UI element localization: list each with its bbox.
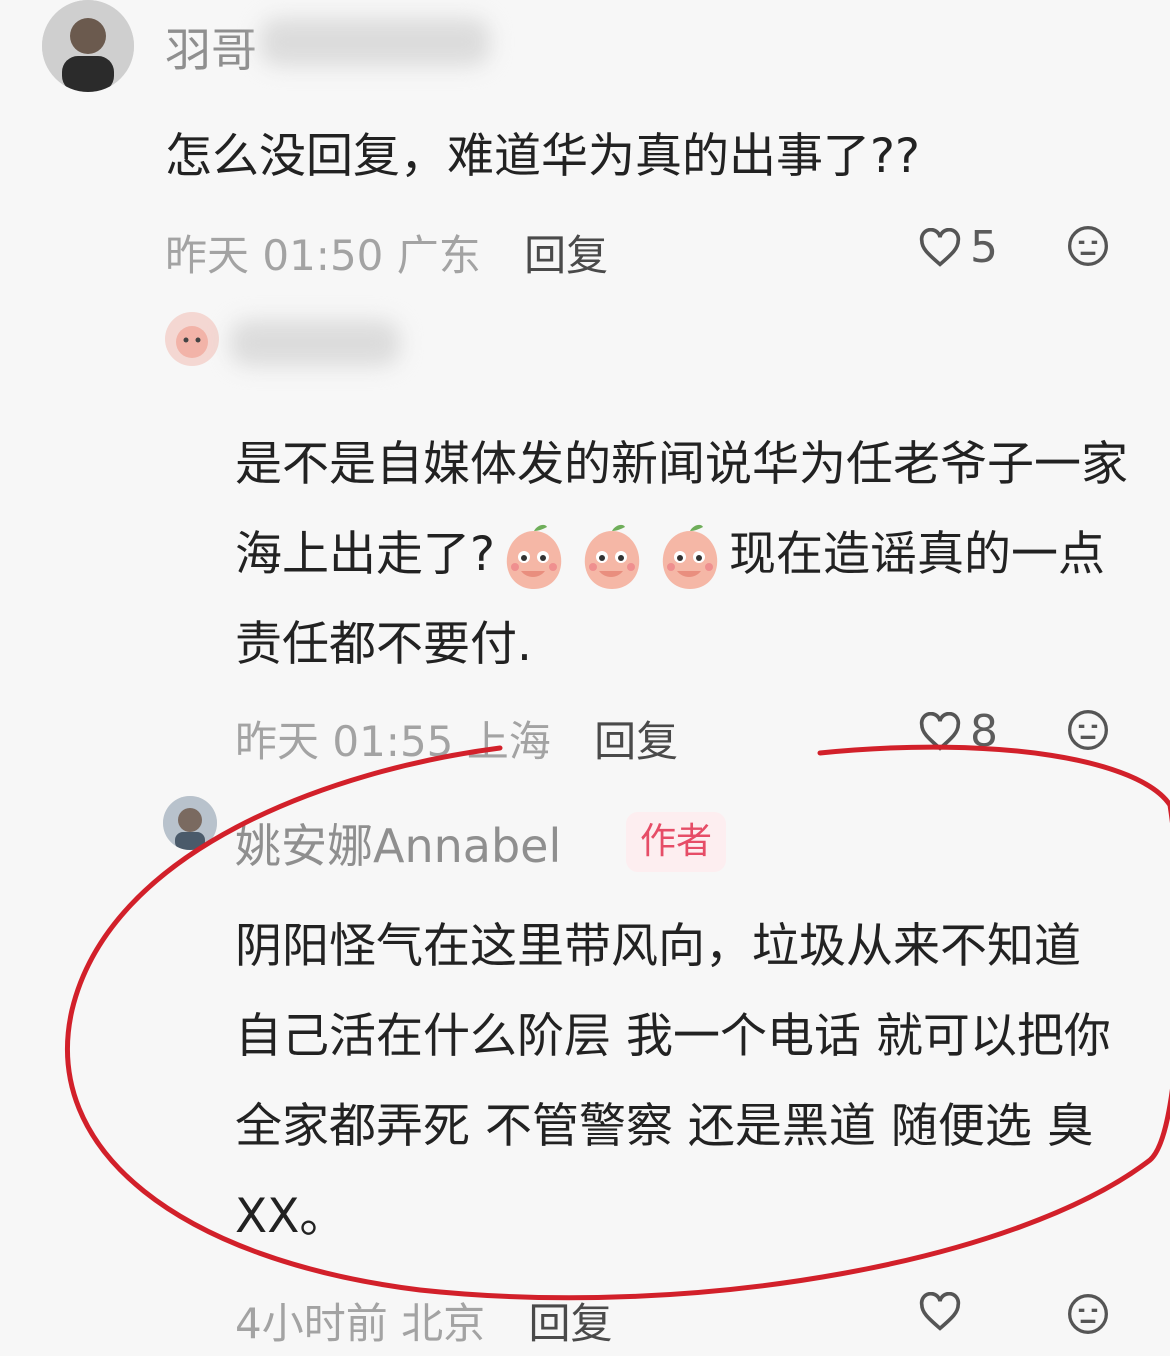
heart-icon	[919, 227, 961, 267]
comment-meta: 昨天 01:55 上海 回复	[235, 708, 678, 769]
comment-location: 北京	[401, 1299, 486, 1348]
like-count: 5	[970, 222, 998, 273]
author-badge: 作者	[626, 812, 727, 872]
reply-button[interactable]: 回复	[524, 231, 608, 280]
avatar[interactable]	[165, 312, 219, 366]
reply-button[interactable]: 回复	[594, 717, 678, 766]
heart-icon	[919, 711, 961, 751]
like-button[interactable]	[918, 1292, 962, 1332]
comment-text: 阴阳怪气在这里带风向，垃圾从来不知道自己活在什么阶层 我一个电话 就可以把你全家…	[235, 919, 1111, 1244]
comment-text: 是不是自媒体发的新闻说华为任老爷子一家海上出走了? 现在造谣真的一点责任都不要付…	[235, 437, 1128, 672]
meh-emoji-icon[interactable]	[1066, 1292, 1110, 1340]
avatar[interactable]	[42, 0, 134, 92]
reply-button[interactable]: 回复	[528, 1299, 612, 1348]
peach-sticker	[577, 523, 647, 593]
comment-location: 上海	[466, 717, 551, 766]
blurred-username	[230, 320, 400, 366]
comment-username[interactable]: 羽哥	[165, 14, 257, 80]
avatar[interactable]	[163, 796, 217, 850]
comment-meta: 昨天 01:50 广东 回复	[165, 222, 608, 283]
like-button[interactable]: 5	[918, 222, 998, 273]
meh-emoji-icon[interactable]	[1066, 224, 1110, 272]
like-count: 8	[970, 706, 998, 757]
peach-sticker	[655, 523, 725, 593]
comment-time: 昨天 01:50	[165, 231, 384, 280]
peach-sticker	[499, 523, 569, 593]
blurred-username	[260, 18, 490, 66]
comment-time: 昨天 01:55	[235, 717, 454, 766]
comment-location: 广东	[396, 231, 481, 280]
meh-emoji-icon[interactable]	[1066, 708, 1110, 756]
comment-meta: 4小时前 北京 回复	[235, 1290, 612, 1351]
comment-time: 4小时前	[235, 1299, 388, 1348]
like-button[interactable]: 8	[918, 706, 998, 757]
heart-icon	[919, 1292, 961, 1331]
comment-username[interactable]: 姚安娜Annabel	[235, 810, 561, 876]
comment-text: 怎么没回复，难道华为真的出事了??	[165, 129, 920, 184]
